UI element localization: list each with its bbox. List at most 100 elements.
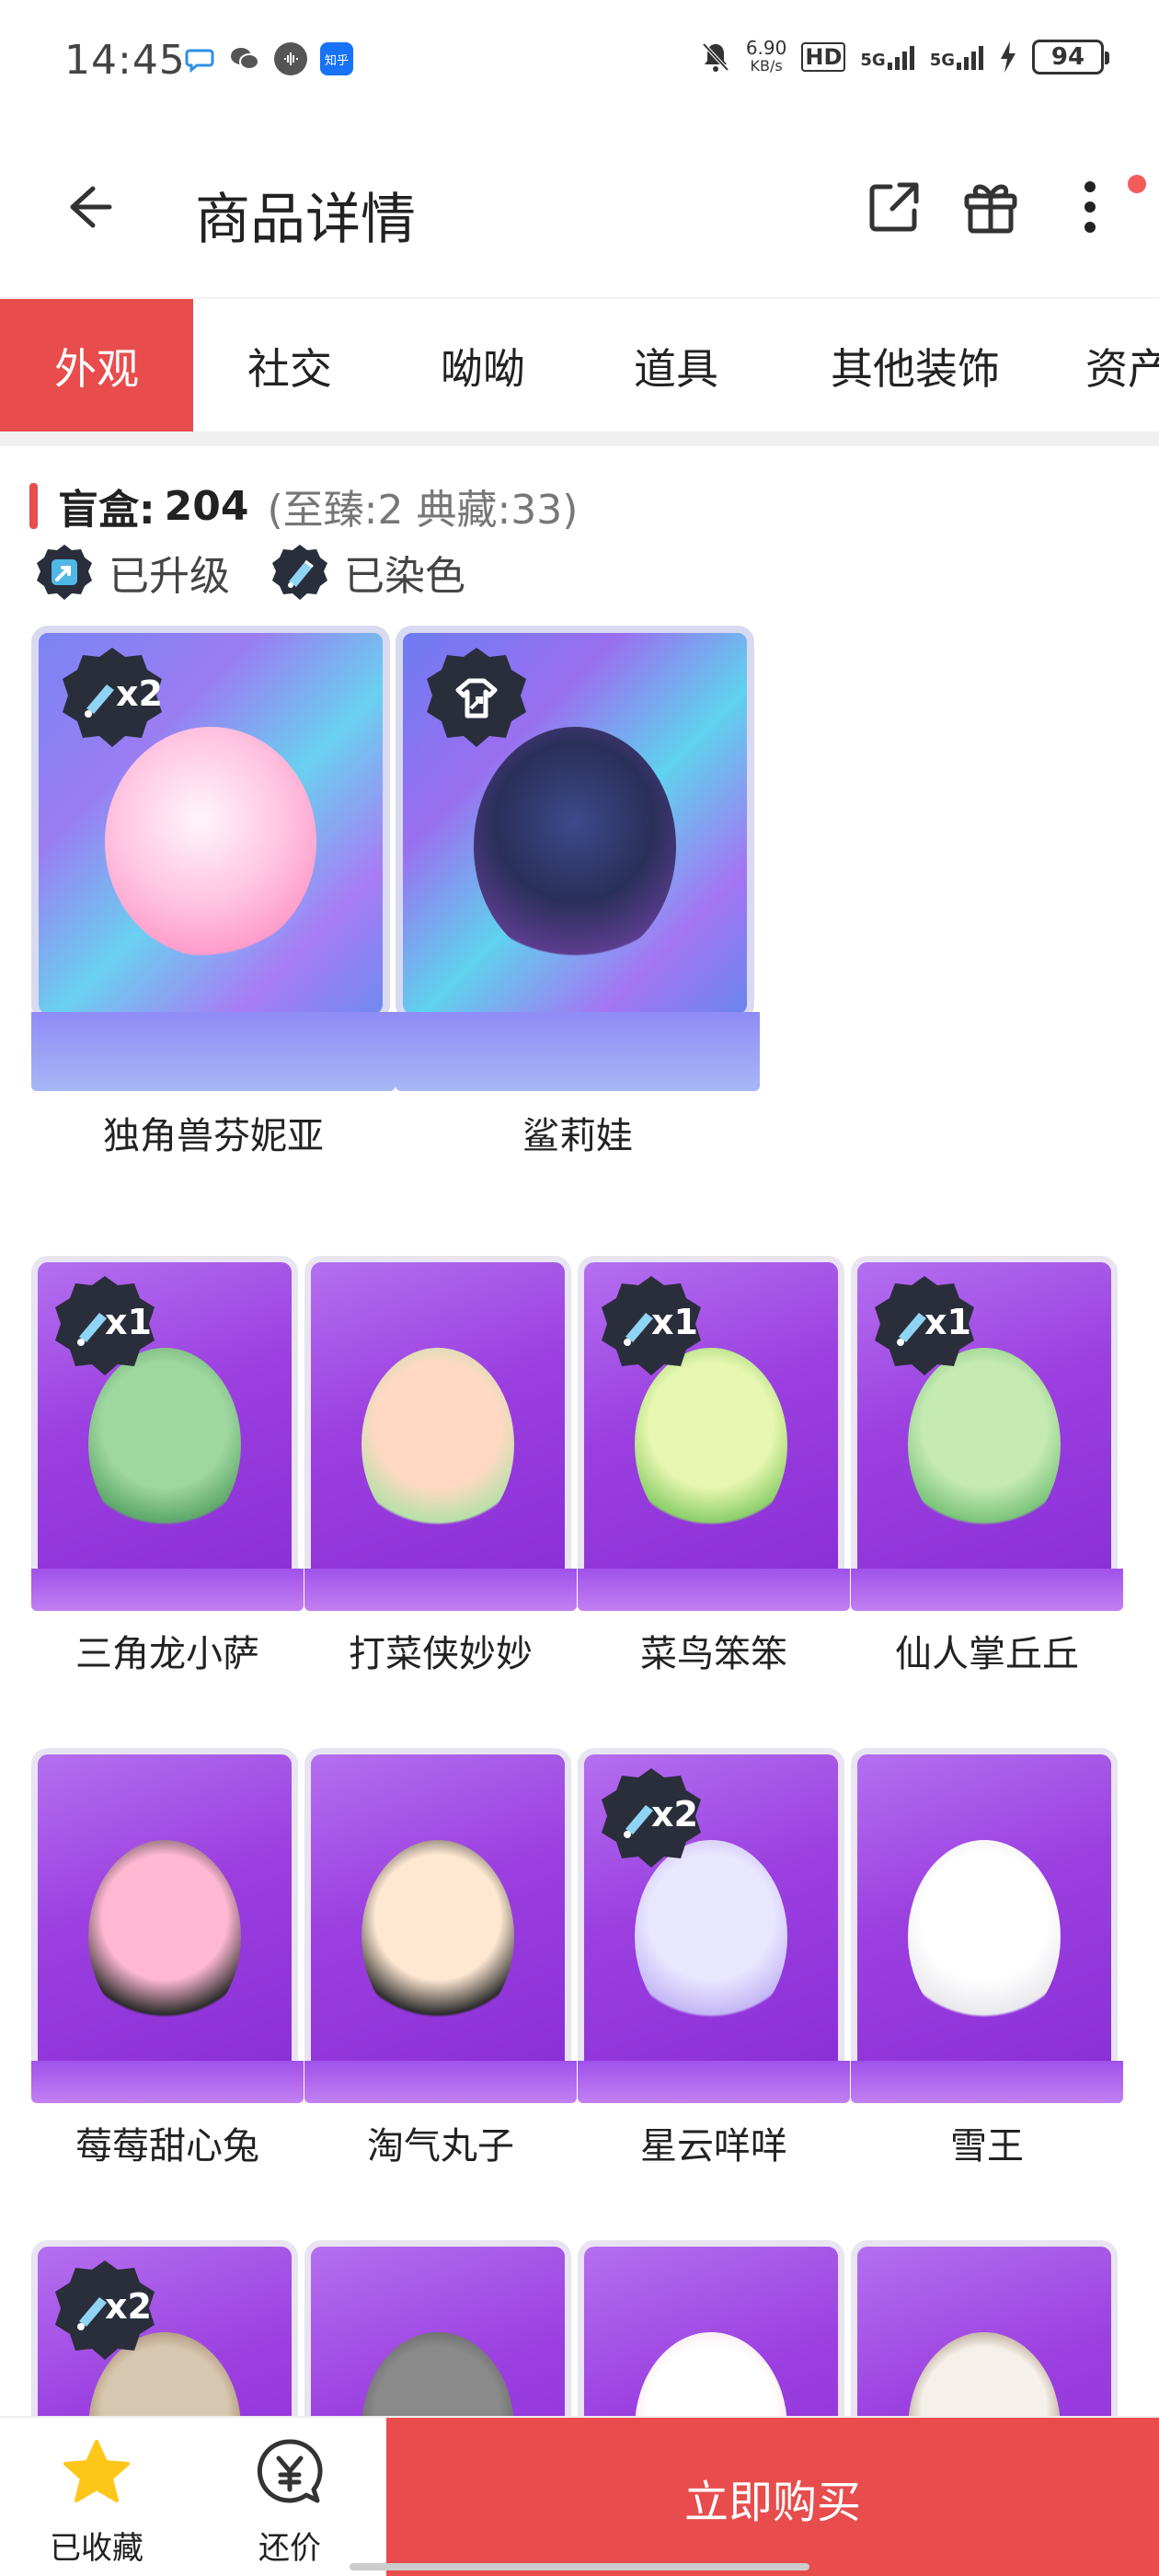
item-count-badge: x1 bbox=[651, 1302, 698, 1342]
gift-icon bbox=[964, 184, 1017, 234]
bargain-button[interactable]: 还价 bbox=[230, 2436, 350, 2568]
item-box-base bbox=[31, 1012, 396, 1091]
item-count-badge: x1 bbox=[105, 1302, 152, 1342]
item-box-base bbox=[851, 1569, 1123, 1611]
upgrade-badge-icon bbox=[427, 648, 526, 747]
section-subtitle: (至臻:2 典藏:33) bbox=[267, 487, 579, 534]
item-card[interactable]: 莓莓甜心兔 bbox=[31, 1748, 304, 2208]
item-name: 莓莓甜心兔 bbox=[75, 2125, 259, 2168]
item-box-base bbox=[578, 2061, 850, 2103]
star-filled-icon bbox=[63, 2440, 130, 2502]
item-card[interactable]: x1 仙人掌丘丘 bbox=[851, 1256, 1123, 1716]
tab-other-decor[interactable]: 其他装饰 bbox=[773, 299, 1058, 431]
item-name: 仙人掌丘丘 bbox=[895, 1633, 1079, 1675]
tab-appearance[interactable]: 外观 bbox=[0, 299, 193, 431]
section-header: 盲盒: 204 (至臻:2 典藏:33) bbox=[29, 477, 578, 535]
signal-bars-icon bbox=[887, 46, 914, 70]
share-icon bbox=[869, 182, 919, 232]
legend-upgraded-label: 已升级 bbox=[109, 553, 230, 600]
item-name: 星云咩咩 bbox=[640, 2125, 787, 2168]
item-name: 三角龙小萨 bbox=[75, 1633, 259, 1675]
dye-badge-icon bbox=[272, 545, 327, 600]
figure-character bbox=[361, 1348, 514, 1541]
section-title: 盲盒: bbox=[58, 487, 155, 534]
notification-dot bbox=[1128, 175, 1146, 193]
section-count: 204 bbox=[164, 482, 249, 530]
item-box-base bbox=[851, 2061, 1123, 2103]
page-title: 商品详情 bbox=[195, 188, 416, 252]
sim1-signal: 5G bbox=[860, 44, 914, 70]
home-indicator bbox=[350, 2563, 809, 2570]
item-box-base bbox=[304, 1569, 577, 1611]
figure-shark-girl bbox=[474, 727, 676, 966]
tab-assets[interactable]: 资产 bbox=[1058, 299, 1159, 431]
item-name: 雪王 bbox=[950, 2125, 1024, 2168]
mute-bell-icon bbox=[702, 42, 729, 72]
status-bar: 14:45 知乎 6.90 KB/s HD 5G 5G 94 bbox=[0, 0, 1159, 120]
status-app-icons: 知乎 bbox=[184, 42, 353, 75]
item-card[interactable]: x1 三角龙小萨 bbox=[31, 1256, 304, 1716]
tab-social[interactable]: 社交 bbox=[193, 299, 386, 431]
bottom-action-bar: 已收藏 还价 立即购买 bbox=[0, 2416, 1159, 2576]
hd-indicator: HD bbox=[801, 42, 846, 72]
item-card[interactable]: x1 菜鸟笨笨 bbox=[578, 1256, 850, 1716]
item-name: 打菜侠妙妙 bbox=[349, 1633, 533, 1675]
item-box-base bbox=[578, 1569, 850, 1611]
wechat-icon bbox=[228, 42, 261, 75]
tabs-divider bbox=[0, 431, 1159, 446]
bargain-label: 还价 bbox=[258, 2530, 321, 2567]
back-button[interactable] bbox=[55, 173, 123, 241]
item-count-badge: x2 bbox=[105, 2286, 152, 2327]
app-header: 商品详情 bbox=[0, 138, 1159, 276]
item-box-base bbox=[31, 2061, 304, 2103]
status-right: 6.90 KB/s HD 5G 5G 94 bbox=[700, 37, 1109, 75]
item-name: 淘气丸子 bbox=[367, 2125, 514, 2168]
figure-character bbox=[908, 1840, 1061, 2033]
item-box-base bbox=[304, 2061, 577, 2103]
figure-unicorn bbox=[105, 727, 316, 957]
legend-dyed-label: 已染色 bbox=[344, 553, 465, 600]
network-speed: 6.90 KB/s bbox=[745, 37, 787, 75]
item-name: 独角兽芬妮亚 bbox=[103, 1115, 324, 1157]
item-count-badge: x2 bbox=[116, 673, 163, 714]
figure-character bbox=[88, 1840, 241, 2033]
charging-bolt-icon bbox=[1001, 41, 1016, 73]
signal-bars-icon bbox=[957, 46, 983, 70]
item-card[interactable]: x2 独角兽芬妮亚 bbox=[31, 626, 396, 1159]
category-tabs: 外观 社交 呦呦 道具 其他装饰 资产 bbox=[0, 297, 1159, 431]
item-card[interactable]: 淘气丸子 bbox=[304, 1748, 577, 2208]
item-box-base bbox=[31, 1569, 304, 1611]
upgrade-badge-icon bbox=[37, 545, 92, 600]
gift-button[interactable] bbox=[957, 173, 1025, 241]
item-name: 菜鸟笨笨 bbox=[640, 1633, 787, 1675]
favorite-label: 已收藏 bbox=[50, 2530, 143, 2567]
share-button[interactable] bbox=[860, 173, 928, 241]
buy-now-button[interactable]: 立即购买 bbox=[386, 2418, 1159, 2576]
tab-props[interactable]: 道具 bbox=[580, 299, 773, 431]
status-time: 14:45 bbox=[64, 37, 186, 84]
voice-app-icon bbox=[274, 42, 307, 75]
badge-legend: 已升级 已染色 bbox=[35, 543, 506, 602]
item-card[interactable]: 鲨莉娃 bbox=[396, 626, 760, 1159]
yen-chat-icon bbox=[257, 2439, 323, 2503]
item-card[interactable]: x2 星云咩咩 bbox=[578, 1748, 850, 2208]
arrow-left-icon bbox=[70, 186, 112, 228]
section-accent-bar bbox=[29, 483, 38, 529]
battery-indicator: 94 bbox=[1032, 40, 1109, 75]
figure-character bbox=[361, 1840, 514, 2033]
item-count-badge: x2 bbox=[651, 1794, 698, 1834]
more-button[interactable] bbox=[1058, 173, 1122, 241]
item-count-badge: x1 bbox=[924, 1302, 971, 1342]
zhihu-label: 知乎 bbox=[324, 53, 349, 68]
more-vertical-icon bbox=[1084, 181, 1096, 233]
sim2-signal: 5G bbox=[930, 44, 984, 70]
favorite-button[interactable]: 已收藏 bbox=[37, 2436, 156, 2568]
legend-dyed: 已染色 bbox=[270, 543, 465, 602]
item-box-base bbox=[396, 1012, 760, 1091]
item-card[interactable]: 雪王 bbox=[851, 1748, 1123, 2208]
zhihu-icon: 知乎 bbox=[320, 42, 353, 75]
item-card[interactable]: 打菜侠妙妙 bbox=[304, 1256, 577, 1716]
tab-youyou[interactable]: 呦呦 bbox=[386, 299, 580, 431]
item-name: 鲨莉娃 bbox=[522, 1115, 633, 1157]
chat-bubble-icon bbox=[184, 43, 215, 75]
